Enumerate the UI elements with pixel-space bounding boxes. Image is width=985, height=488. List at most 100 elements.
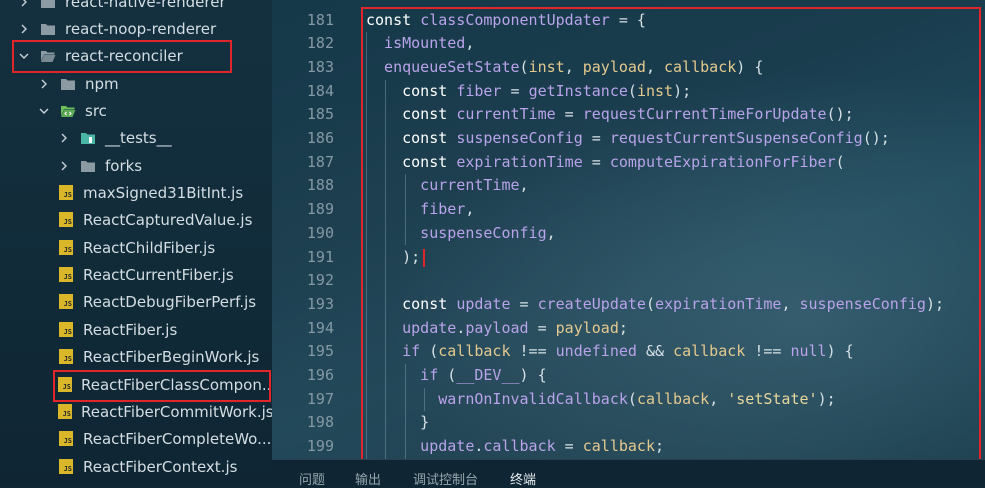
code-token: = [528, 318, 556, 337]
folder-item[interactable]: __tests__ [0, 124, 272, 151]
javascript-file-icon: JS [58, 240, 74, 256]
code-token: requestCurrentSuspenseConfig [609, 129, 863, 147]
file-item[interactable]: JS ReactCurrentFiber.js [0, 261, 272, 288]
line-number: 183 [306, 57, 334, 76]
folder-icon [80, 158, 96, 174]
code-token: computeExpirationForFiber [609, 152, 836, 171]
code-line[interactable]: if (callback !== undefined && callback !… [366, 340, 854, 364]
code-token: = { [609, 10, 646, 29]
folder-item[interactable]: react-reconciler [0, 42, 272, 69]
code-line[interactable]: suspenseConfig, [366, 222, 555, 246]
code-editor[interactable]: 181 182 183 184 185 186 187 188 189 190 191 192 193 1… [272, 0, 985, 459]
tree-item-label: ReactFiber.js [83, 320, 178, 339]
line-number: 199 [306, 437, 334, 456]
file-item[interactable]: JS ReactFiberBeginWork.js [0, 343, 272, 370]
folder-item[interactable]: src [0, 97, 272, 124]
line-number: 190 [306, 223, 334, 242]
folder-icon [60, 76, 76, 92]
file-item[interactable]: JS ReactDebugFiberPerf.js [0, 288, 272, 315]
code-line[interactable]: currentTime, [366, 174, 529, 198]
tree-item-label: forks [105, 156, 143, 175]
file-item[interactable]: JS ReactChildFiber.js [0, 234, 272, 261]
code-token: = [555, 105, 583, 124]
folder-icon [80, 130, 96, 146]
code-token: , [465, 200, 475, 219]
code-token: ); [817, 389, 836, 408]
code-token: ; [618, 318, 628, 337]
code-token: (); [826, 105, 854, 124]
code-token: ( [627, 81, 637, 100]
code-line[interactable]: update.payload = payload; [366, 317, 628, 341]
file-item[interactable]: JS maxSigned31BitInt.js [0, 179, 272, 206]
tree-item-label: ReactCapturedValue.js [83, 210, 253, 229]
code-line[interactable]: const fiber = getInstance(inst); [366, 80, 691, 104]
line-number: 198 [306, 413, 334, 432]
code-token: = [582, 152, 610, 171]
code-token: undefined [555, 342, 637, 361]
code-line[interactable]: if (__DEV__) { [366, 364, 546, 388]
tab-problems[interactable]: 问题 [299, 469, 325, 488]
line-number: 182 [306, 34, 334, 53]
code-token: null [790, 342, 827, 361]
code-line[interactable]: const expirationTime = computeExpiration… [366, 151, 845, 175]
code-line[interactable]: ); [366, 246, 420, 270]
tab-debug-console[interactable]: 调试控制台 [413, 469, 478, 488]
javascript-file-icon: JS [58, 267, 74, 283]
chevron-right-icon[interactable] [58, 152, 70, 179]
code-token: , [564, 57, 583, 76]
folder-item[interactable]: forks [0, 152, 272, 179]
code-line[interactable]: warnOnInvalidCallback(callback, 'setStat… [366, 388, 836, 412]
code-line[interactable]: fiber, [366, 198, 474, 222]
chevron-right-icon[interactable] [58, 124, 70, 151]
code-token: requestCurrentTimeForUpdate [582, 105, 827, 124]
code-token: 'setState' [727, 389, 818, 408]
line-number: 187 [306, 152, 334, 171]
code-line[interactable]: isMounted, [366, 32, 474, 56]
code-line[interactable]: const currentTime = requestCurrentTimeFo… [366, 103, 854, 127]
code-token: = [501, 81, 529, 100]
code-token: ); [925, 294, 944, 313]
folder-icon [40, 0, 56, 10]
code-token: suspenseConfig [799, 294, 926, 313]
chevron-right-icon[interactable] [18, 15, 30, 42]
chevron-down-icon[interactable] [38, 97, 50, 124]
folder-icon [40, 21, 56, 37]
line-number: 195 [306, 342, 334, 361]
line-number: 193 [306, 294, 334, 313]
code-token: callback [636, 389, 710, 408]
file-item[interactable]: JS ReactFiberCompleteWo... [0, 425, 272, 452]
chevron-down-icon[interactable] [18, 42, 30, 69]
code-line[interactable]: enqueueSetState(inst, payload, callback)… [366, 56, 763, 80]
code-line[interactable]: } [366, 411, 429, 435]
code-token: , [519, 176, 529, 195]
code-token: ( [519, 57, 529, 76]
file-item[interactable]: JS ReactFiberClassCompon... [0, 371, 272, 398]
code-line[interactable]: const classComponentUpdater = { [366, 9, 646, 33]
code-token: = [510, 294, 538, 313]
code-token: __DEV__ [456, 366, 520, 384]
folder-item[interactable]: npm [0, 70, 272, 97]
tree-item-label: src [85, 101, 107, 120]
line-number: 194 [306, 318, 334, 337]
chevron-right-icon[interactable] [18, 0, 30, 15]
tab-output[interactable]: 输出 [355, 469, 381, 488]
chevron-right-icon[interactable] [38, 70, 50, 97]
code-line[interactable]: const suspenseConfig = requestCurrentSus… [366, 127, 890, 151]
code-token: = [582, 129, 610, 147]
folder-icon [60, 103, 76, 119]
text-cursor [423, 248, 425, 267]
code-line[interactable]: update.callback = callback; [366, 435, 664, 459]
code-token: , [781, 294, 800, 313]
folder-item[interactable]: react-noop-renderer [0, 15, 272, 42]
folder-item[interactable]: react-native-renderer [0, 0, 272, 15]
file-item[interactable]: JS ReactCapturedValue.js [0, 206, 272, 233]
file-item[interactable]: JS ReactFiberContext.js [0, 453, 272, 480]
file-item[interactable]: JS ReactFiber.js [0, 316, 272, 343]
code-token: suspenseConfig [456, 129, 583, 147]
tab-terminal[interactable]: 终端 [510, 469, 536, 488]
code-line[interactable]: const update = createUpdate(expirationTi… [366, 293, 944, 317]
code-token: = [555, 437, 583, 456]
code-token: update [366, 318, 457, 337]
javascript-file-icon: JS [58, 459, 74, 475]
file-item[interactable]: JS ReactFiberCommitWork.js [0, 398, 272, 425]
